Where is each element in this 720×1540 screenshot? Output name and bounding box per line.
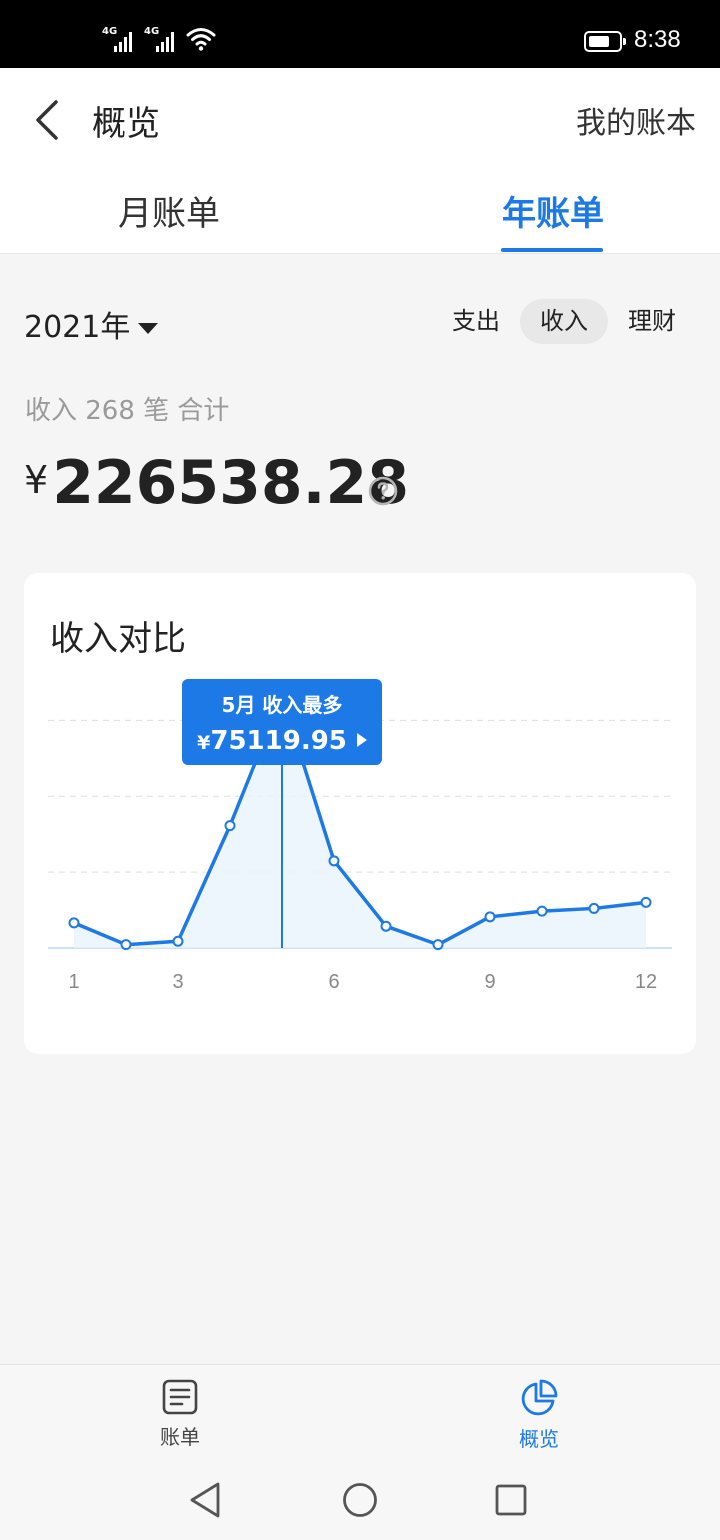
- nav-bill[interactable]: 账单: [130, 1379, 230, 1450]
- income-line-chart[interactable]: 1 3 6 9 12: [24, 573, 696, 1054]
- data-point-month-10: [536, 905, 548, 917]
- status-bar: 4G 4G 8:38: [0, 0, 720, 68]
- wifi-icon: [186, 28, 216, 51]
- income-comparison-card: 收入对比 1 3 6 9 12 5月 收入最多 ¥75119.95: [24, 573, 696, 1054]
- income-summary: 收入 268 笔 合计: [25, 396, 230, 426]
- x-tick-label: 6: [328, 971, 339, 993]
- my-ledger-link[interactable]: 我的账本: [576, 98, 696, 142]
- nav-overview[interactable]: 概览: [489, 1379, 589, 1452]
- segment-income[interactable]: 收入: [520, 299, 608, 344]
- clock: 8:38: [634, 26, 681, 53]
- app-header: 概览 我的账本 月账单 年账单: [0, 68, 720, 254]
- battery-icon: [584, 31, 626, 52]
- max-income-tooltip[interactable]: 5月 收入最多 ¥75119.95: [182, 679, 382, 765]
- segment-finance[interactable]: 理财: [618, 299, 686, 344]
- data-point-month-4: [224, 820, 236, 832]
- system-back-icon[interactable]: [188, 1480, 224, 1520]
- segment-expense[interactable]: 支出: [444, 299, 508, 344]
- bill-icon: [162, 1379, 198, 1415]
- back-arrow-icon[interactable]: [28, 98, 68, 142]
- nav-bill-label: 账单: [160, 1425, 200, 1449]
- system-home-icon[interactable]: [341, 1480, 379, 1520]
- nav-overview-label: 概览: [519, 1427, 559, 1451]
- total-amount: ¥226538.28: [24, 448, 409, 518]
- x-tick-label: 1: [68, 971, 79, 993]
- system-recents-icon[interactable]: [494, 1480, 528, 1520]
- year-selector[interactable]: 2021年: [24, 302, 159, 346]
- tab-monthly-bill[interactable]: 月账单: [118, 186, 220, 235]
- data-point-month-2: [120, 939, 132, 951]
- x-tick-label: 3: [172, 971, 183, 993]
- help-icon[interactable]: [368, 476, 398, 506]
- tooltip-amount: 75119.95: [210, 726, 347, 756]
- x-tick-label: 12: [635, 971, 657, 993]
- tooltip-currency: ¥: [197, 732, 211, 754]
- active-tab-indicator: [501, 248, 603, 252]
- amount-value: 226538.28: [52, 448, 409, 518]
- tooltip-title: 5月 收入最多: [221, 693, 343, 717]
- year-label: 2021年: [24, 310, 131, 345]
- tab-yearly-bill[interactable]: 年账单: [502, 186, 604, 235]
- data-point-month-8: [432, 939, 444, 951]
- data-point-month-7: [380, 920, 392, 932]
- data-point-month-12: [640, 896, 652, 908]
- data-point-month-9: [484, 911, 496, 923]
- signal-icon: [114, 30, 136, 52]
- play-arrow-icon: [356, 733, 367, 747]
- data-point-month-1: [68, 917, 80, 929]
- data-point-month-6: [328, 855, 340, 867]
- currency-symbol: ¥: [24, 458, 49, 502]
- x-tick-label: 9: [484, 971, 495, 993]
- data-point-month-3: [172, 935, 184, 947]
- data-point-month-11: [588, 902, 600, 914]
- signal-icon: [156, 30, 178, 52]
- page-title: 概览: [92, 104, 160, 144]
- pie-chart-icon: [521, 1379, 558, 1416]
- dropdown-caret-icon: [138, 323, 159, 334]
